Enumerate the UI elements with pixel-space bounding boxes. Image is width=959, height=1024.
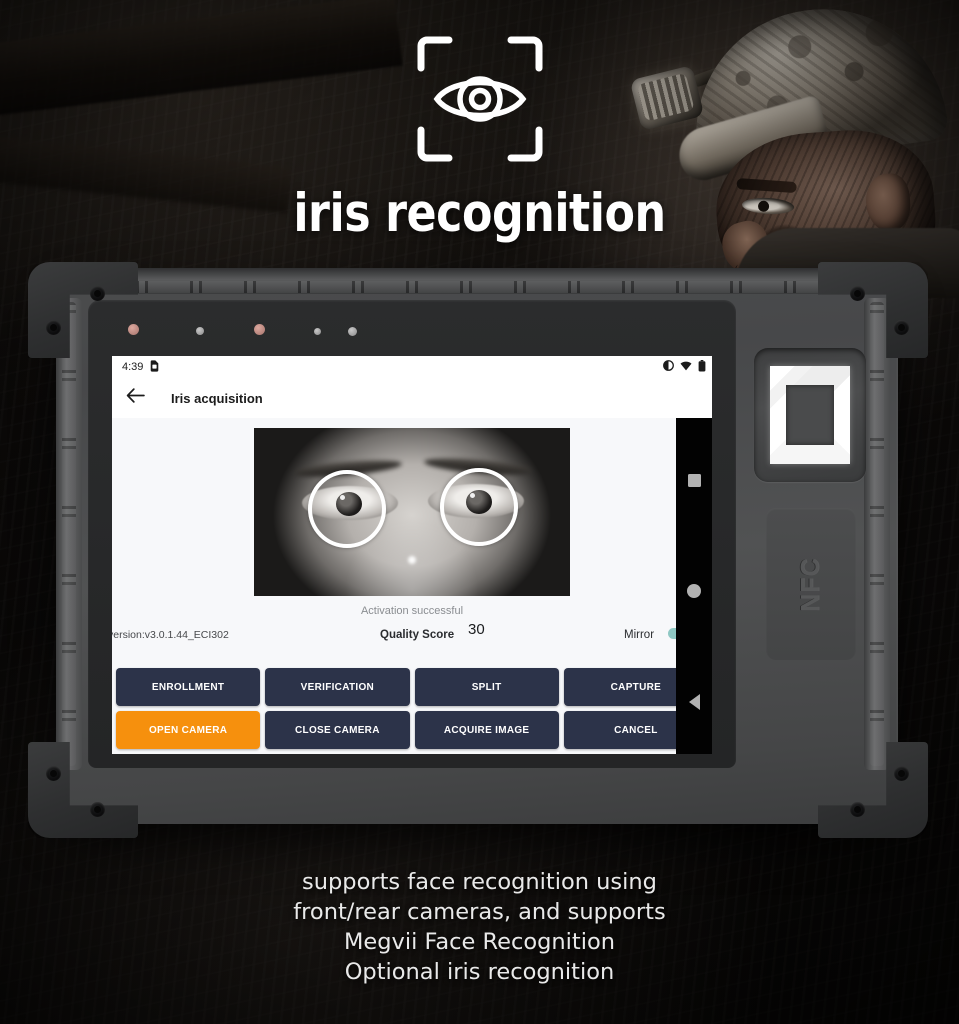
activation-status-text: Activation successful (360, 605, 464, 617)
mirror-label: Mirror (624, 629, 655, 641)
feature-caption: supports face recognition using front/re… (0, 868, 959, 988)
bumper-screw (46, 320, 61, 335)
bumper-screw (46, 766, 61, 781)
close-camera-button[interactable]: CLOSE CAMERA (265, 711, 410, 749)
bumper-screw (90, 286, 105, 301)
caption-line: Megvii Face Recognition (343, 928, 616, 955)
bumper-screw (90, 802, 105, 817)
bumper-screw (850, 802, 865, 817)
ambient-sensor-dot (314, 328, 321, 335)
status-bar-time: 4:39 (122, 361, 144, 373)
nfc-label: NFC (796, 556, 825, 612)
iris-preview-image (254, 428, 570, 596)
back-triangle-icon[interactable] (688, 694, 700, 710)
tablet-left-grip (56, 298, 82, 770)
app-bar: Iris acquisition (112, 378, 712, 418)
rugged-tablet-device: 4:39 Iris acquisition Activation success… (28, 262, 928, 838)
right-eye-target-circle (440, 468, 518, 546)
firmware-version-label: version:v3.0.1.44_ECI302 (112, 629, 229, 641)
tablet-top-grip-strip (74, 268, 884, 294)
front-sensor-array (114, 324, 414, 336)
quality-score-value: 30 (468, 621, 485, 638)
action-button-grid: ENROLLMENT VERIFICATION SPLIT CAPTURE OP… (112, 668, 712, 754)
caption-line: supports face recognition using (302, 869, 657, 895)
status-bar-left: 4:39 (122, 359, 159, 375)
acquire-image-button[interactable]: ACQUIRE IMAGE (414, 711, 559, 749)
quality-score-input[interactable]: 30 (468, 621, 618, 639)
left-eye-target-circle (308, 470, 386, 548)
verification-button[interactable]: VERIFICATION (265, 668, 410, 706)
bumper-shape (818, 742, 928, 838)
corner-bumper-bottom-right (818, 742, 928, 838)
proximity-sensor-dot (196, 327, 204, 335)
bumper-screw (894, 766, 909, 781)
fingerprint-sensor[interactable] (770, 366, 850, 464)
corner-bumper-top-right (818, 262, 928, 358)
wifi-icon (680, 360, 692, 374)
sim-card-icon (150, 359, 159, 375)
action-button-row-secondary: OPEN CAMERA CLOSE CAMERA ACQUIRE IMAGE C… (116, 711, 708, 749)
caption-line: front/rear cameras, and supports (293, 898, 666, 925)
settings-row: version:v3.0.1.44_ECI302 Quality Score 3… (112, 617, 712, 653)
app-bar-title: Iris acquisition (171, 390, 263, 406)
iris-preview-container (112, 418, 712, 596)
action-button-row-primary: ENROLLMENT VERIFICATION SPLIT CAPTURE (116, 668, 708, 706)
enrollment-button[interactable]: ENROLLMENT (116, 668, 261, 706)
bumper-shape (28, 742, 138, 838)
do-not-disturb-icon (663, 360, 674, 374)
status-bar-right (663, 359, 706, 375)
caption-line: Optional iris recognition (344, 958, 615, 985)
fingerprint-sensor-well (754, 348, 866, 482)
tablet-right-grip (864, 298, 890, 770)
android-navigation-bar (676, 418, 712, 754)
split-button[interactable]: SPLIT (414, 668, 559, 706)
iris-camera-preview[interactable] (254, 428, 570, 596)
app-content: Activation successful version:v3.0.1.44_… (112, 418, 712, 754)
corner-bumper-top-left (28, 262, 138, 358)
corner-bumper-bottom-left (28, 742, 138, 838)
recents-square-icon[interactable] (687, 474, 701, 487)
bumper-screw (850, 286, 865, 301)
eye-scan-icon (415, 34, 545, 164)
tablet-screen: 4:39 Iris acquisition Activation success… (112, 356, 712, 754)
preview-nose-highlight (408, 556, 416, 564)
android-status-bar: 4:39 (112, 356, 712, 378)
quality-score-label: Quality Score (380, 629, 455, 641)
ir-led-dot (254, 324, 265, 335)
home-circle-icon[interactable] (687, 583, 701, 598)
arrow-left-icon[interactable] (126, 388, 145, 408)
page-title: iris recognition (293, 183, 666, 244)
bumper-shape (28, 262, 138, 358)
battery-icon (698, 359, 706, 375)
front-camera-dot (348, 327, 357, 336)
bumper-screw (894, 320, 909, 335)
nfc-antenna-pad: NFC (766, 508, 856, 660)
bumper-shape (818, 262, 928, 358)
